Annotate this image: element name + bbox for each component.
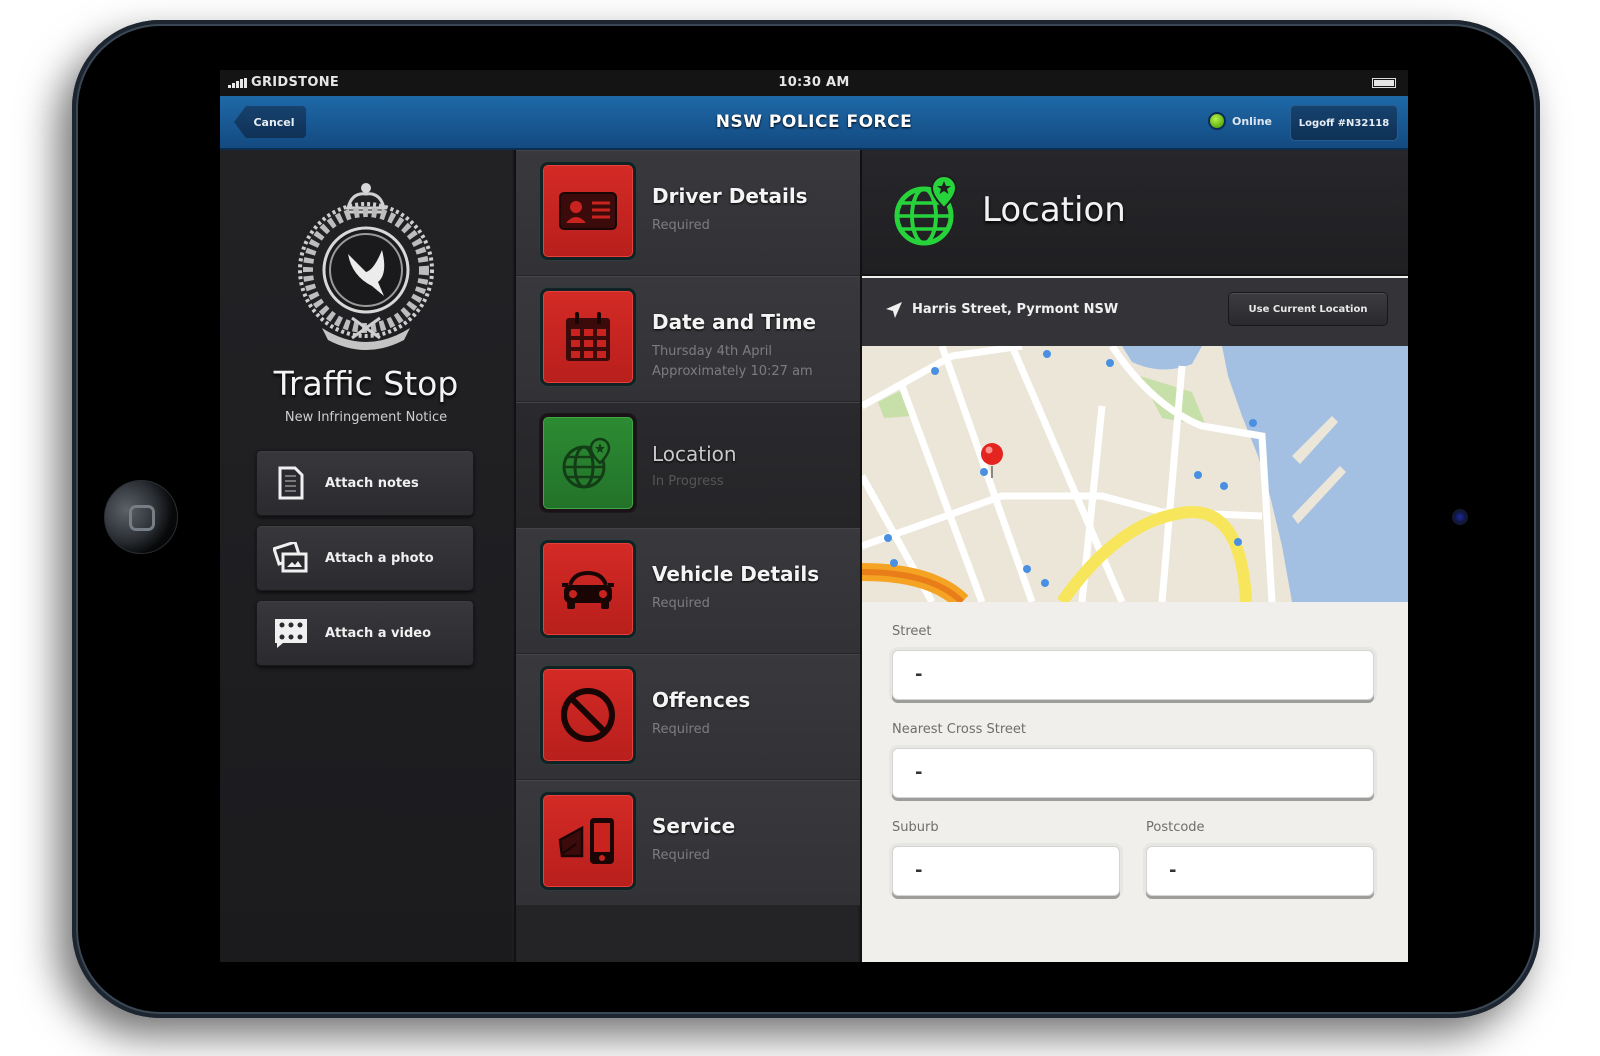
task-status: Required xyxy=(652,722,710,737)
police-crest-icon xyxy=(298,183,434,350)
task-title: Location xyxy=(652,442,737,466)
location-header: Location xyxy=(862,150,1408,276)
page-title: Traffic Stop xyxy=(273,364,459,403)
task-title: Offences xyxy=(652,688,751,712)
attach-notes-label: Attach notes xyxy=(325,475,419,491)
online-label: Online xyxy=(1231,114,1272,128)
battery-icon xyxy=(1372,78,1396,88)
address-bar: Harris Street, Pyrmont NSW Use Current L… xyxy=(862,278,1408,346)
postcode-input[interactable]: - xyxy=(1146,846,1374,896)
front-camera xyxy=(1452,509,1468,525)
task-status: Required xyxy=(652,596,710,611)
status-bar: GRIDSTONE 10:30 AM xyxy=(220,70,1408,96)
task-date: Thursday 4th April xyxy=(652,344,773,359)
task-title: Service xyxy=(652,814,736,838)
address-form: Street - Nearest Cross Street - Suburb -… xyxy=(862,602,1408,962)
task-date-time[interactable]: Date and Time Thursday 4th April Approxi… xyxy=(516,276,860,402)
page-subtitle: New Infringement Notice xyxy=(284,410,448,425)
left-panel: Traffic Stop New Infringement Notice Att… xyxy=(220,150,512,962)
task-status: Required xyxy=(652,848,710,863)
clock: 10:30 AM xyxy=(778,75,850,90)
online-indicator-icon xyxy=(1207,112,1226,130)
task-status: Thursday 4th April Approximately 10:27 a… xyxy=(652,342,813,382)
postcode-label: Postcode xyxy=(1146,820,1205,835)
task-status: Required xyxy=(652,218,710,233)
location-title: Location xyxy=(982,190,1126,230)
calendar-icon xyxy=(540,288,636,386)
envelope-phone-icon xyxy=(540,792,636,890)
suburb-input[interactable]: - xyxy=(892,846,1120,896)
cross-street-label: Nearest Cross Street xyxy=(892,722,1027,737)
nav-bar: Cancel NSW POLICE FORCE Online Logoff #N… xyxy=(220,96,1408,150)
task-service[interactable]: Service Required xyxy=(516,780,860,906)
task-title: Date and Time xyxy=(652,310,817,334)
current-address: Harris Street, Pyrmont NSW xyxy=(912,302,1119,317)
attach-video-label: Attach a video xyxy=(325,625,432,641)
attach-photo-label: Attach a photo xyxy=(325,550,434,566)
photo-icon xyxy=(273,540,309,576)
home-button[interactable] xyxy=(104,480,178,554)
document-icon xyxy=(273,465,309,501)
task-title: Vehicle Details xyxy=(652,562,820,586)
location-panel: Location Harris Street, Pyrmont NSW Use … xyxy=(860,150,1408,962)
suburb-label: Suburb xyxy=(892,820,939,835)
id-card-icon xyxy=(540,162,636,260)
globe-pin-icon xyxy=(894,174,958,246)
prohibited-icon xyxy=(540,666,636,764)
cross-street-input[interactable]: - xyxy=(892,748,1374,798)
task-time: Approximately 10:27 am xyxy=(652,364,813,379)
globe-pin-icon xyxy=(540,414,636,512)
online-status: Online xyxy=(1207,112,1272,130)
attach-photo-button[interactable]: Attach a photo xyxy=(256,525,474,591)
street-input[interactable]: - xyxy=(892,650,1374,700)
task-offences[interactable]: Offences Required xyxy=(516,654,860,780)
task-driver-details[interactable]: Driver Details Required xyxy=(516,150,860,276)
task-title: Driver Details xyxy=(652,184,808,208)
logoff-button[interactable]: Logoff #N32118 xyxy=(1290,105,1398,141)
task-vehicle-details[interactable]: Vehicle Details Required xyxy=(516,528,860,654)
task-location[interactable]: Location In Progress xyxy=(516,402,860,528)
map-view[interactable] xyxy=(862,346,1408,602)
app-screen: GRIDSTONE 10:30 AM Cancel NSW POLICE FOR… xyxy=(220,70,1408,962)
car-icon xyxy=(540,540,636,638)
film-icon xyxy=(273,615,309,651)
location-arrow-icon xyxy=(886,302,902,318)
street-label: Street xyxy=(892,624,932,639)
attach-notes-button[interactable]: Attach notes xyxy=(256,450,474,516)
use-current-location-button[interactable]: Use Current Location xyxy=(1228,292,1388,326)
attach-video-button[interactable]: Attach a video xyxy=(256,600,474,666)
task-status: In Progress xyxy=(652,474,724,489)
task-list: Driver Details Required Date and Time Th… xyxy=(514,150,860,962)
